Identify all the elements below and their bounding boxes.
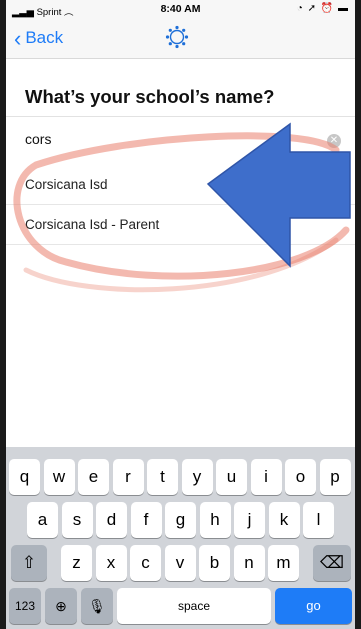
key-u[interactable]: u: [216, 459, 247, 495]
key-g[interactable]: g: [165, 502, 196, 538]
phone-screen: ▂▃▅ Sprint ︵ 8:40 AM ◔ ➚ ⏰ ▬ ‹ Back What…: [6, 0, 355, 629]
numbers-key[interactable]: 123: [9, 588, 41, 624]
shift-key[interactable]: ⇧: [11, 545, 47, 581]
back-label: Back: [25, 28, 64, 47]
key-t[interactable]: t: [147, 459, 178, 495]
backspace-key[interactable]: ⌫: [313, 545, 351, 581]
key-r[interactable]: r: [112, 459, 144, 495]
key-j[interactable]: j: [234, 502, 265, 538]
key-c[interactable]: c: [130, 545, 161, 581]
key-k[interactable]: k: [268, 502, 300, 538]
key-n[interactable]: n: [233, 545, 265, 581]
key-d[interactable]: d: [96, 502, 127, 538]
page-title: What’s your school’s name?: [25, 86, 275, 107]
keyboard: ⇧ ⌫ 123 ⊕ 🎙 space go qwertyuiop asdfghjkl…: [6, 447, 355, 629]
school-search-input[interactable]: [25, 131, 285, 147]
go-key[interactable]: go: [275, 588, 352, 624]
red-circle-annotation-2: [23, 237, 339, 293]
result-item-corsicana-isd[interactable]: Corsicana Isd: [6, 165, 355, 205]
key-f[interactable]: f: [130, 502, 162, 538]
key-s[interactable]: s: [61, 502, 93, 538]
key-w[interactable]: w: [43, 459, 75, 495]
school-search-row: ✕: [6, 116, 355, 166]
result-label: Corsicana Isd - Parent: [25, 217, 160, 232]
key-e[interactable]: e: [78, 459, 109, 495]
back-button[interactable]: ‹ Back: [14, 25, 64, 51]
space-key[interactable]: space: [117, 588, 271, 624]
result-item-corsicana-isd-parent[interactable]: Corsicana Isd - Parent: [6, 205, 355, 245]
key-q[interactable]: q: [9, 459, 40, 495]
status-bar: ▂▃▅ Sprint ︵ 8:40 AM ◔ ➚ ⏰ ▬: [6, 0, 355, 18]
status-icons: ◔ ➚ ⏰ ▬: [296, 3, 349, 14]
key-i[interactable]: i: [250, 459, 282, 495]
canvas-logo-icon: [165, 25, 189, 49]
key-y[interactable]: y: [181, 459, 213, 495]
chevron-left-icon: ‹: [14, 25, 22, 51]
key-p[interactable]: p: [319, 459, 351, 495]
key-v[interactable]: v: [164, 545, 196, 581]
key-a[interactable]: a: [27, 502, 58, 538]
nav-bar: ‹ Back: [6, 18, 355, 59]
result-label: Corsicana Isd: [25, 177, 108, 192]
key-m[interactable]: m: [268, 545, 299, 581]
key-l[interactable]: l: [303, 502, 334, 538]
key-h[interactable]: h: [199, 502, 231, 538]
clear-icon[interactable]: ✕: [327, 134, 341, 148]
globe-icon[interactable]: ⊕: [45, 588, 77, 624]
key-o[interactable]: o: [285, 459, 316, 495]
key-b[interactable]: b: [199, 545, 230, 581]
microphone-icon[interactable]: 🎙: [81, 588, 113, 624]
key-z[interactable]: z: [61, 545, 92, 581]
key-x[interactable]: x: [95, 545, 127, 581]
